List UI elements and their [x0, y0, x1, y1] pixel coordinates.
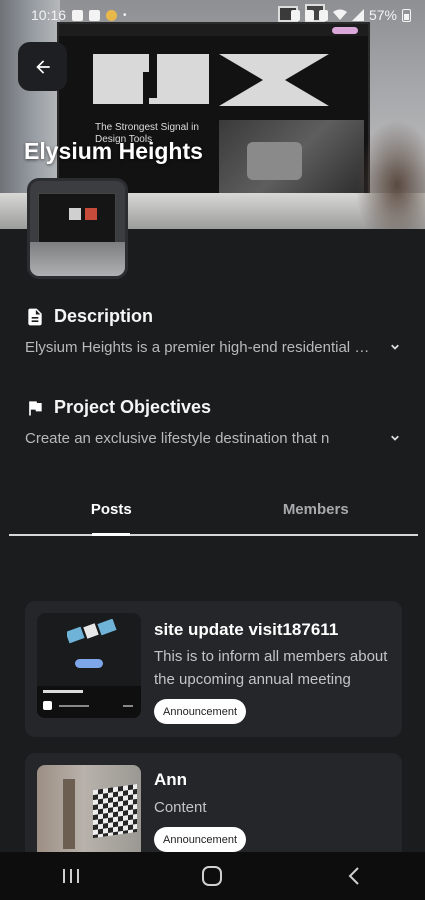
- home-icon: [202, 866, 223, 886]
- back-button[interactable]: [18, 42, 67, 91]
- page-title: Elysium Heights: [24, 138, 203, 164]
- flag-icon: [29, 400, 42, 415]
- status-bar: 10:16 • 57%: [0, 0, 425, 30]
- post-text: Content: [154, 799, 207, 816]
- document-icon: [28, 308, 42, 325]
- objectives-section: Project Objectives Create an exclusive l…: [25, 397, 405, 448]
- post-image: [37, 613, 141, 718]
- tab-bar: Posts Members: [9, 494, 418, 536]
- system-nav-bar: [0, 852, 425, 900]
- battery-percent: 57%: [368, 7, 397, 23]
- wifi-icon: [332, 9, 347, 20]
- chevron-down-icon[interactable]: [385, 428, 405, 448]
- signal-icon: [351, 9, 364, 21]
- tab-members[interactable]: Members: [214, 494, 419, 534]
- description-section: Description Elysium Heights is a premier…: [25, 306, 405, 357]
- battery-icon: [402, 8, 411, 22]
- objectives-heading: Project Objectives: [54, 397, 212, 417]
- objectives-row[interactable]: Create an exclusive lifestyle destinatio…: [25, 428, 405, 448]
- description-row[interactable]: Elysium Heights is a premier high-end re…: [25, 337, 405, 357]
- nav-back-button[interactable]: [324, 856, 384, 896]
- system-icons: 57%: [290, 7, 411, 23]
- post-card[interactable]: site update visit187611 This is to infor…: [25, 601, 402, 737]
- project-thumbnail: [27, 178, 128, 279]
- post-text: This is to inform all members about the …: [154, 648, 388, 688]
- home-button[interactable]: [182, 856, 242, 896]
- post-tag-badge: Announcement: [154, 827, 246, 852]
- description-heading: Description: [54, 306, 154, 326]
- post-title: site update visit187611: [154, 620, 339, 639]
- post-title: Ann: [154, 770, 188, 789]
- description-text: Elysium Heights is a premier high-end re…: [25, 338, 377, 356]
- tab-posts[interactable]: Posts: [9, 494, 214, 536]
- back-chevron-icon: [348, 867, 359, 885]
- recents-button[interactable]: [41, 856, 101, 896]
- arrow-left-icon: [35, 59, 50, 74]
- post-card[interactable]: Ann Content Announcement: [25, 753, 402, 870]
- post-tag-badge: Announcement: [154, 699, 246, 724]
- recents-icon: [62, 869, 79, 883]
- notification-icons: •: [72, 9, 127, 21]
- hero-plant: [355, 120, 425, 229]
- objectives-text: Create an exclusive lifestyle destinatio…: [25, 429, 330, 447]
- status-time: 10:16: [31, 7, 67, 23]
- satellite-icon: [67, 619, 117, 644]
- chevron-down-icon[interactable]: [385, 337, 405, 357]
